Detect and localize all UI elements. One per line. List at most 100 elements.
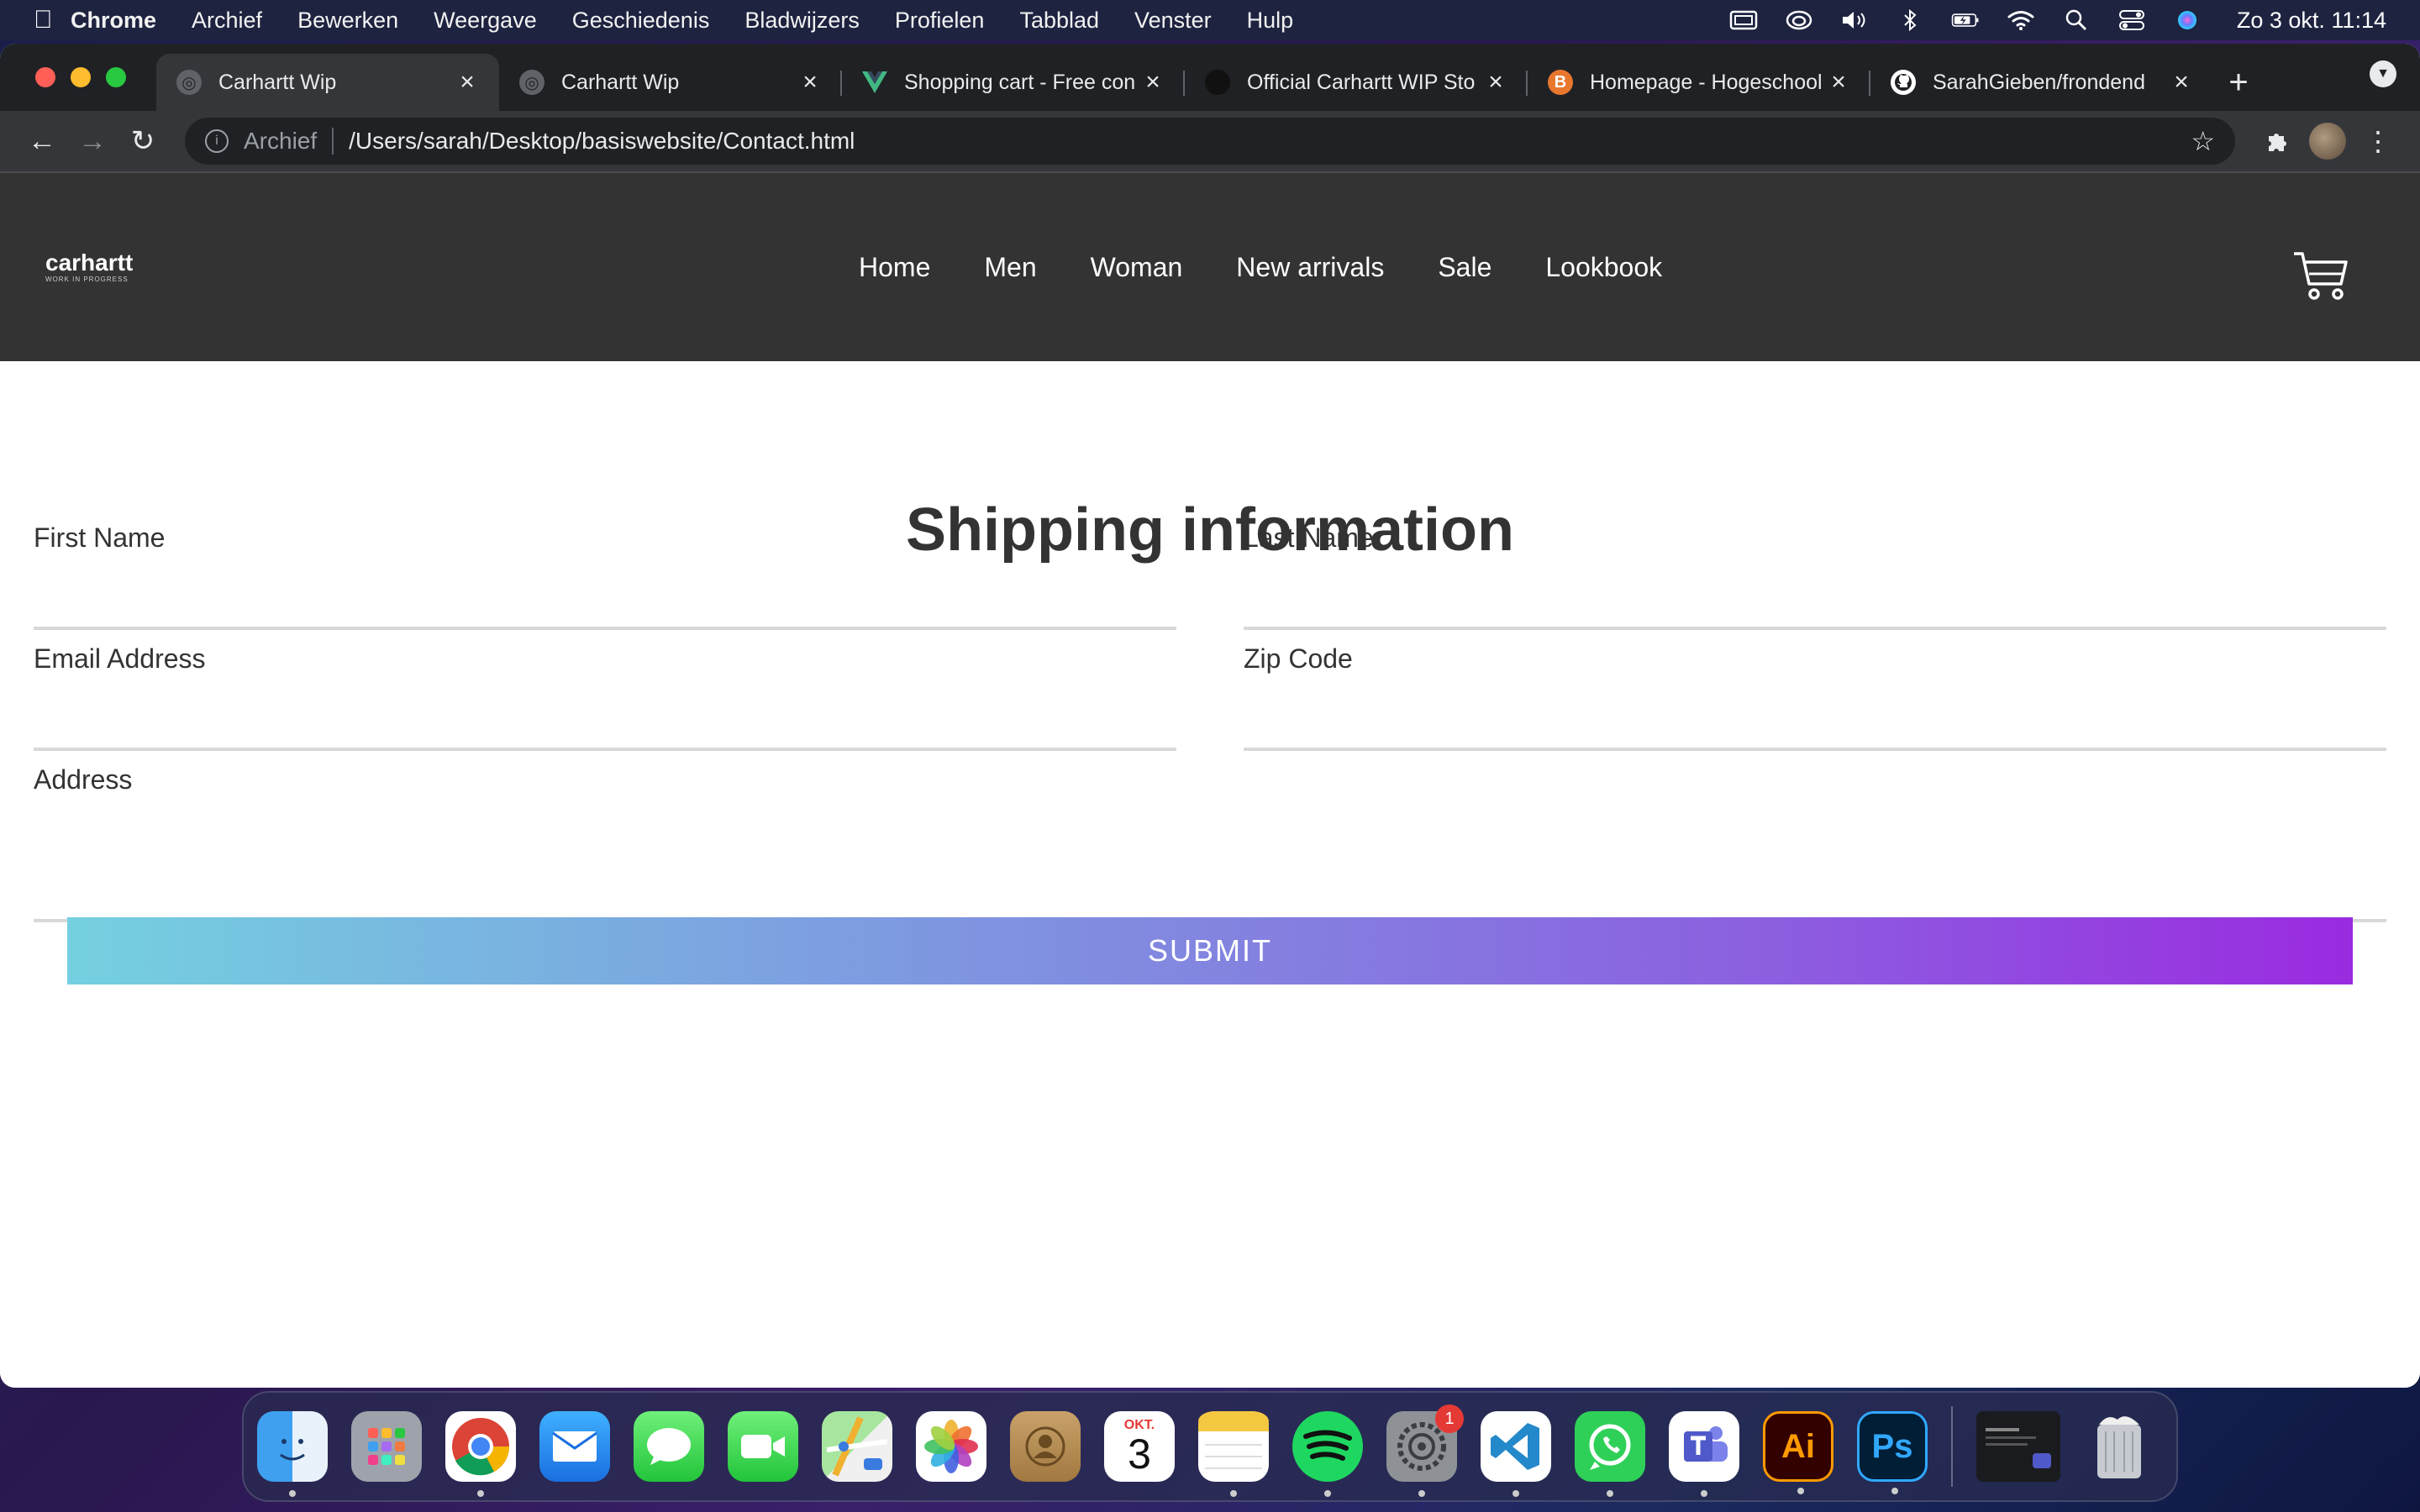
back-icon[interactable]: ← [17, 116, 67, 166]
email-field[interactable]: Email Address [34, 630, 1176, 751]
tab-title: Carhartt Wip [218, 70, 337, 94]
nav-new-arrivals[interactable]: New arrivals [1236, 252, 1384, 283]
wifi-icon[interactable] [2007, 9, 2035, 31]
tab-close-icon[interactable]: × [455, 68, 479, 97]
tab-official-carhartt[interactable]: Official Carhartt WIP Sto × [1185, 54, 1528, 111]
siri-icon[interactable] [2173, 9, 2202, 31]
menu-app-name[interactable]: Chrome [71, 8, 156, 34]
fullscreen-window-button[interactable] [106, 67, 126, 87]
illustrator-icon[interactable]: Ai [1763, 1411, 1833, 1494]
reload-icon[interactable]: ↻ [118, 116, 168, 166]
first-name-label: First Name [34, 522, 166, 553]
apple-icon[interactable]:  [34, 6, 71, 34]
bookmark-star-icon[interactable]: ☆ [2191, 125, 2215, 157]
battery-icon[interactable] [1951, 9, 1980, 31]
photoshop-icon[interactable]: Ps [1857, 1411, 1928, 1494]
tab-close-icon[interactable]: × [1484, 68, 1507, 97]
tab-close-icon[interactable]: × [2170, 68, 2193, 97]
nav-sale[interactable]: Sale [1438, 252, 1491, 283]
bluetooth-icon[interactable] [1896, 9, 1924, 31]
finder-icon[interactable] [257, 1411, 328, 1497]
hogeschool-icon: B [1548, 70, 1573, 95]
calendar-icon[interactable]: OKT. 3 [1104, 1411, 1175, 1482]
system-preferences-icon[interactable]: 1 [1386, 1404, 1464, 1497]
volume-icon[interactable] [1840, 9, 1869, 31]
tab-github[interactable]: SarahGieben/frondend × [1870, 54, 2213, 111]
display-icon[interactable] [1729, 9, 1758, 31]
nav-woman[interactable]: Woman [1091, 252, 1183, 283]
maps-icon[interactable] [822, 1411, 892, 1482]
tab-carhartt-wip[interactable]: ◎ Carhartt Wip × [499, 54, 842, 111]
vscode-icon[interactable] [1481, 1411, 1551, 1497]
submit-button[interactable]: SUBMIT [67, 917, 2353, 984]
carhartt-logo[interactable]: carhartt WORK IN PROGRESS [45, 251, 133, 283]
teams-icon[interactable] [1669, 1411, 1739, 1497]
profile-avatar[interactable] [2302, 116, 2353, 166]
menu-bladwijzers[interactable]: Bladwijzers [744, 8, 860, 34]
tab-search-icon[interactable]: ▼ [2370, 60, 2396, 87]
zip-code-label: Zip Code [1244, 643, 1353, 674]
address-field[interactable]: Address [34, 751, 2386, 922]
nav-lookbook[interactable]: Lookbook [1545, 252, 1662, 283]
spotlight-search-icon[interactable] [2062, 9, 2091, 31]
vue-icon [862, 70, 887, 95]
contacts-icon[interactable] [1010, 1411, 1081, 1482]
photos-icon[interactable] [916, 1411, 986, 1482]
menu-venster[interactable]: Venster [1134, 8, 1212, 34]
minimize-window-button[interactable] [71, 67, 91, 87]
menu-bewerken[interactable]: Bewerken [297, 8, 398, 34]
macos-menubar:  Chrome Archief Bewerken Weergave Gesch… [0, 0, 2420, 40]
mail-icon[interactable] [539, 1411, 610, 1482]
tab-strip: ◎ Carhartt Wip × ◎ Carhartt Wip × Shoppi… [0, 44, 2420, 111]
tab-title: Carhartt Wip [561, 70, 680, 94]
menu-archief[interactable]: Archief [192, 8, 262, 34]
globe-icon: ◎ [176, 70, 202, 95]
zip-code-field[interactable]: Zip Code [1244, 630, 2386, 751]
more-menu-icon[interactable]: ⋮ [2353, 116, 2403, 166]
nav-men[interactable]: Men [984, 252, 1036, 283]
tab-title: Homepage - Hogeschool [1590, 70, 1823, 94]
info-icon[interactable]: i [205, 129, 229, 153]
browser-toolbar: ← → ↻ i Archief /Users/sarah/Desktop/bas… [0, 111, 2420, 173]
creative-cloud-icon[interactable] [1785, 9, 1813, 31]
page-content: carhartt WORK IN PROGRESS Home Men Woman… [0, 173, 2420, 1388]
menu-profielen[interactable]: Profielen [895, 8, 985, 34]
tab-shopping-cart[interactable]: Shopping cart - Free con × [842, 54, 1185, 111]
close-window-button[interactable] [35, 67, 55, 87]
menu-geschiedenis[interactable]: Geschiedenis [572, 8, 710, 34]
shipping-form: First Name Last Name Email Address Zip C… [34, 509, 2386, 922]
menubar-clock[interactable]: Zo 3 okt. 11:14 [2237, 8, 2386, 34]
tab-carhartt-wip-active[interactable]: ◎ Carhartt Wip × [156, 54, 499, 111]
whatsapp-icon[interactable] [1575, 1411, 1645, 1497]
facetime-icon[interactable] [728, 1411, 798, 1482]
messages-icon[interactable] [634, 1411, 704, 1482]
launchpad-icon[interactable] [351, 1411, 422, 1482]
new-tab-button[interactable]: + [2213, 54, 2264, 111]
menu-weergave[interactable]: Weergave [434, 8, 537, 34]
extensions-icon[interactable] [2252, 116, 2302, 166]
menu-tabblad[interactable]: Tabblad [1019, 8, 1099, 34]
trash-icon[interactable] [2084, 1411, 2154, 1482]
tab-close-icon[interactable]: × [1827, 68, 1850, 97]
chrome-icon[interactable] [445, 1411, 516, 1497]
tab-hogeschool[interactable]: B Homepage - Hogeschool × [1528, 54, 1870, 111]
address-bar[interactable]: i Archief /Users/sarah/Desktop/basiswebs… [185, 118, 2235, 165]
site-header: carhartt WORK IN PROGRESS Home Men Woman… [0, 173, 2420, 361]
address-scheme: Archief [244, 128, 318, 154]
nav-home[interactable]: Home [859, 252, 930, 283]
forward-icon[interactable]: → [67, 116, 118, 166]
recent-window-thumbnail[interactable] [1976, 1411, 2060, 1482]
notes-icon[interactable] [1198, 1411, 1269, 1497]
first-name-field[interactable]: First Name [34, 509, 1176, 630]
spotify-icon[interactable] [1292, 1411, 1363, 1497]
last-name-field[interactable]: Last Name [1244, 509, 2386, 630]
menu-hulp[interactable]: Hulp [1247, 8, 1294, 34]
tab-close-icon[interactable]: × [798, 68, 822, 97]
tab-close-icon[interactable]: × [1141, 68, 1165, 97]
tab-title: Official Carhartt WIP Sto [1247, 70, 1476, 94]
shopping-cart-icon[interactable] [2292, 250, 2349, 302]
site-nav: Home Men Woman New arrivals Sale Lookboo… [859, 173, 1662, 361]
address-url[interactable]: /Users/sarah/Desktop/basiswebsite/Contac… [349, 128, 2191, 155]
control-center-icon[interactable] [2118, 9, 2146, 31]
window-controls [35, 67, 126, 87]
